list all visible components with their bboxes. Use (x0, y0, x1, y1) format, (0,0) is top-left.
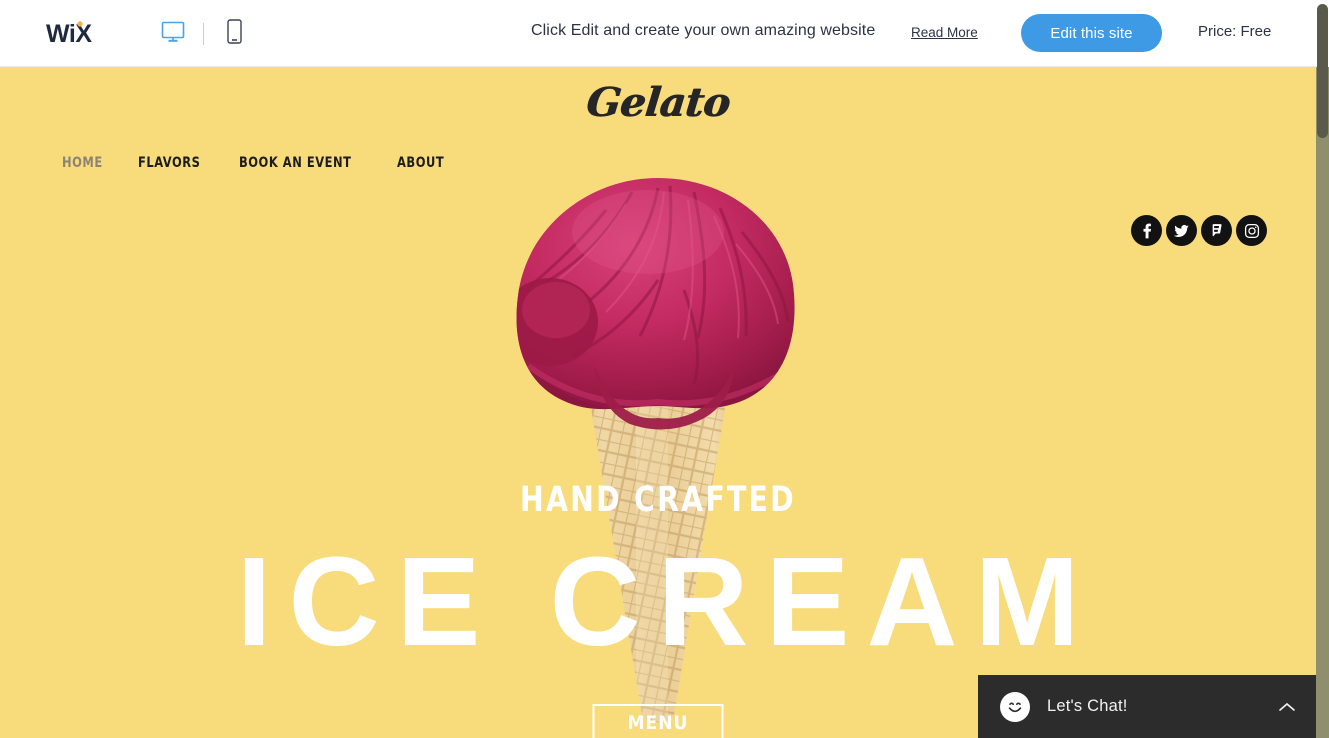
chevron-up-icon[interactable] (1276, 696, 1298, 718)
instagram-icon[interactable] (1236, 215, 1267, 246)
browser-viewport: WiX Click Edit and create your own amazi… (0, 0, 1329, 738)
read-more-link[interactable]: Read More (911, 25, 978, 40)
price-label: Price: Free (1198, 23, 1272, 40)
mobile-phone-icon (226, 19, 242, 49)
toggle-divider (203, 23, 204, 45)
twitter-icon[interactable] (1166, 215, 1197, 246)
chat-widget[interactable]: Let's Chat! (978, 675, 1316, 738)
promo-message: Click Edit and create your own amazing w… (531, 22, 876, 39)
nav-item-book-an-event[interactable]: BOOK AN EVENT (239, 155, 352, 171)
nav-item-about[interactable]: ABOUT (397, 155, 444, 171)
foursquare-icon[interactable] (1201, 215, 1232, 246)
facebook-icon[interactable] (1131, 215, 1162, 246)
menu-cta-button[interactable]: MENU (592, 704, 724, 738)
nav-item-flavors[interactable]: FLAVORS (138, 155, 200, 171)
nav-item-home[interactable]: HOME (62, 155, 103, 171)
site-navigation: HOME FLAVORS BOOK AN EVENT ABOUT (62, 155, 451, 171)
mobile-view-button[interactable] (213, 14, 255, 54)
site-logo-gelato[interactable]: Gelato (0, 79, 1316, 126)
site-preview-canvas: Gelato HOME FLAVORS BOOK AN EVENT ABOUT (0, 67, 1316, 738)
hero-title: ICE CREAM (236, 531, 1097, 672)
svg-text:WiX: WiX (46, 20, 92, 48)
edit-this-site-button[interactable]: Edit this site (1021, 14, 1162, 52)
wix-top-bar: WiX Click Edit and create your own amazi… (0, 0, 1316, 67)
chat-label: Let's Chat! (1047, 697, 1128, 715)
page-scrollbar-thumb[interactable] (1317, 4, 1328, 138)
ice-cream-cone-photo (498, 170, 818, 738)
hero-subtitle: HAND CRAFTED (520, 480, 796, 520)
viewport-toggle-group (152, 14, 255, 54)
wix-logo[interactable]: WiX (46, 18, 112, 48)
desktop-monitor-icon (161, 21, 185, 48)
desktop-view-button[interactable] (152, 14, 194, 54)
social-links (1131, 215, 1267, 246)
smiley-face-icon (1000, 691, 1030, 722)
